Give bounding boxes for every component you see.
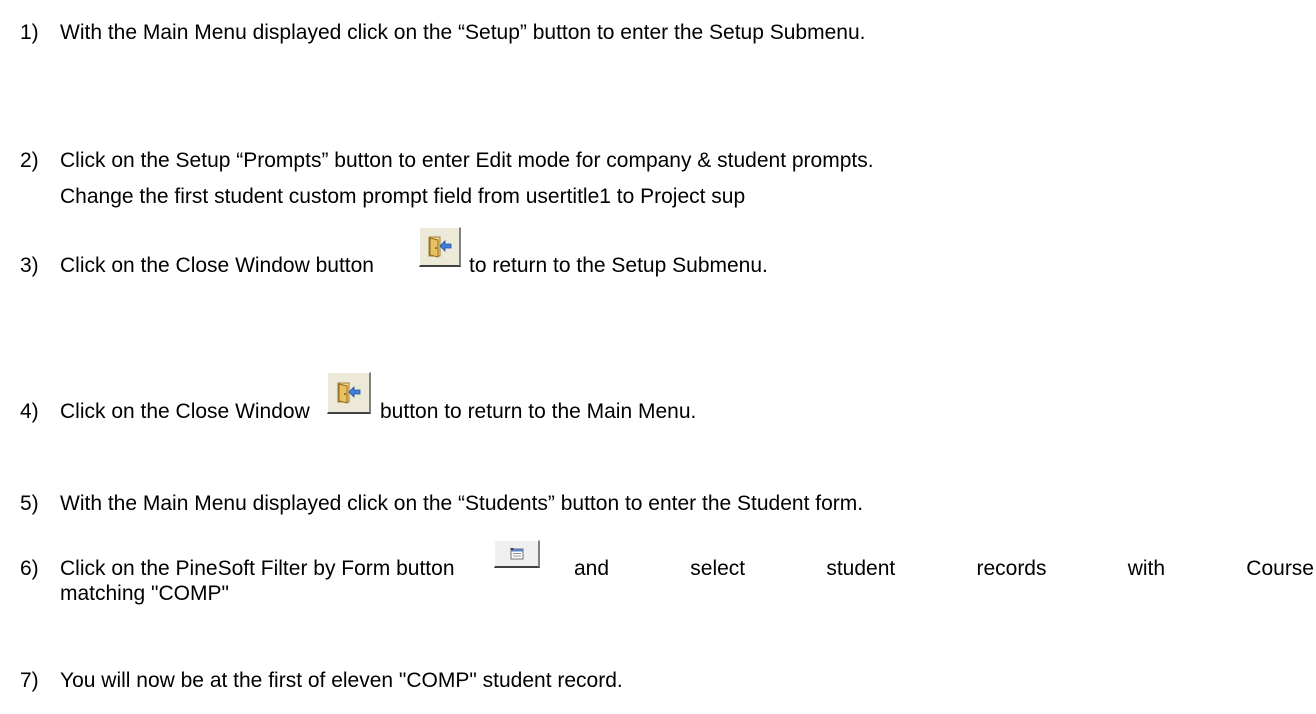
close-window-icon <box>337 382 360 404</box>
step-text: You will now be at the first of eleven "… <box>60 669 623 692</box>
step-text-after: to return to the Setup Submenu. <box>469 254 768 277</box>
step-text-before: Click on the Close Window button <box>60 254 374 277</box>
step-text-before: Click on the Close Window <box>60 400 310 423</box>
step-text-after: button to return to the Main Menu. <box>380 400 697 423</box>
step-text: With the Main Menu displayed click on th… <box>60 21 866 44</box>
close-window-icon <box>428 236 451 258</box>
step-number: 4) <box>20 400 39 423</box>
filter-by-form-button[interactable] <box>494 540 540 568</box>
step-text-before: Click on the PineSoft Filter by Form but… <box>60 557 455 580</box>
close-window-button[interactable] <box>419 227 461 267</box>
step-number: 1) <box>20 21 39 44</box>
close-window-button[interactable] <box>327 372 371 414</box>
step-text: matching "COMP" <box>60 582 229 605</box>
step-number: 5) <box>20 492 39 515</box>
step-number: 7) <box>20 669 39 692</box>
step-text: With the Main Menu displayed click on th… <box>60 492 864 515</box>
step-text-after: and select student records with Course <box>574 557 1314 580</box>
filter-by-form-icon <box>509 547 523 559</box>
step-text: Click on the Setup “Prompts” button to e… <box>60 149 874 172</box>
step-number: 2) <box>20 149 39 172</box>
step-number: 6) <box>20 557 39 580</box>
step-text: Change the first student custom prompt f… <box>60 185 746 208</box>
step-number: 3) <box>20 254 39 277</box>
